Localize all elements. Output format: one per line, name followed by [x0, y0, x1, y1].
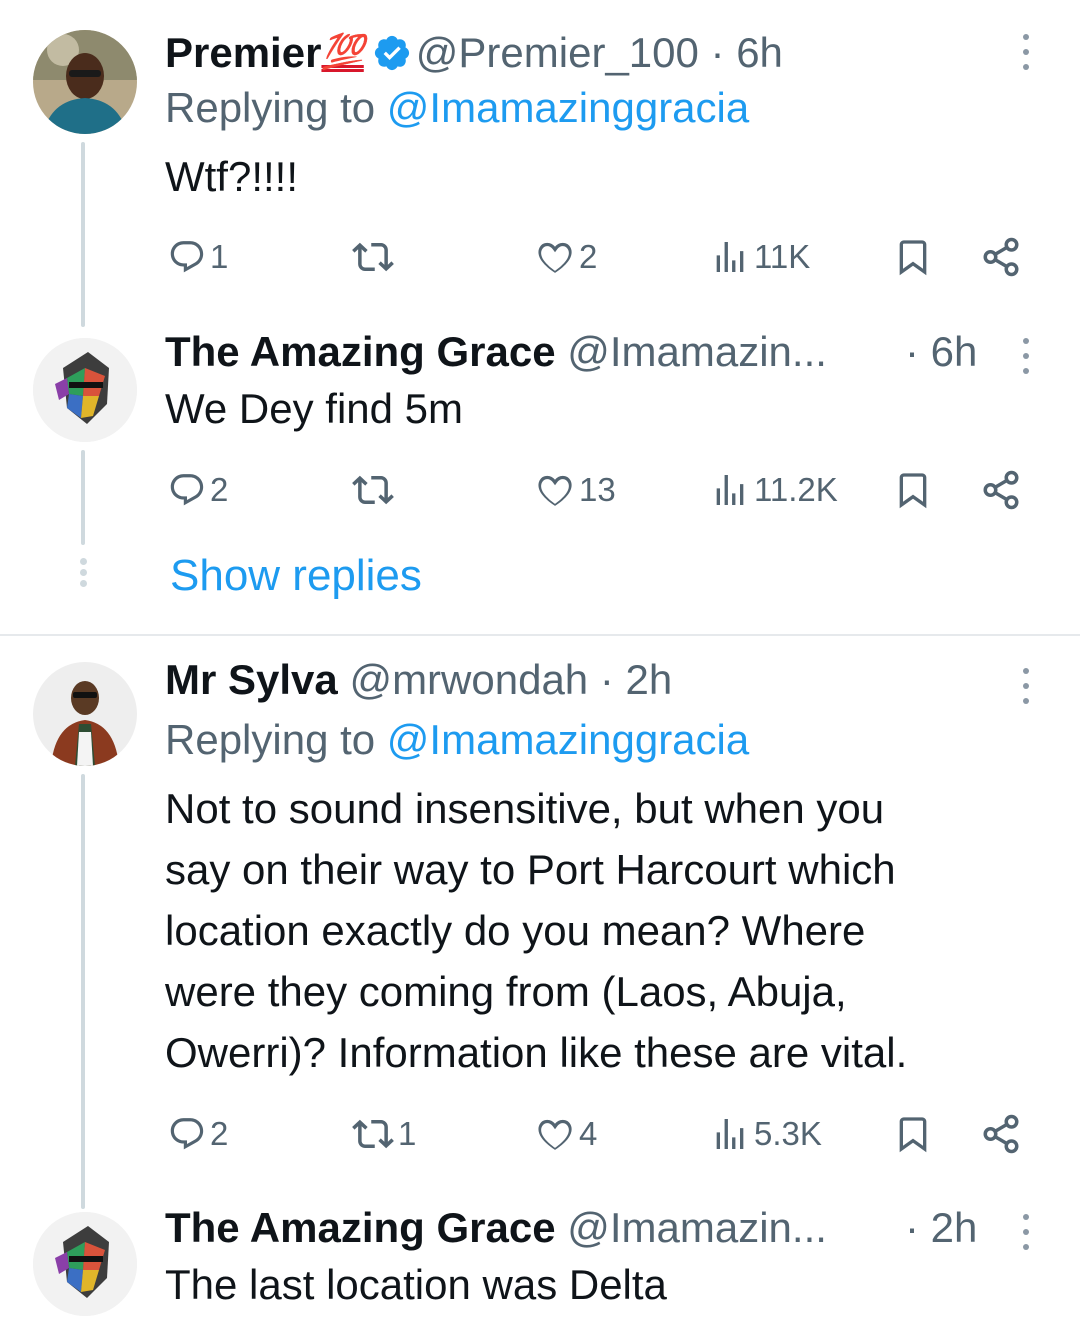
share-button[interactable] [980, 232, 1022, 282]
mention-link[interactable]: @Imamazinggracia [387, 84, 749, 131]
share-button[interactable] [980, 465, 1022, 515]
timestamp[interactable]: · 2h [905, 1198, 977, 1258]
more-icon[interactable] [1020, 1212, 1032, 1252]
tweet-text-line: were they coming from (Laos, Abuja, [165, 968, 847, 1015]
timestamp[interactable]: · 2h [600, 656, 672, 703]
like-count: 4 [579, 1115, 598, 1152]
retweet-button[interactable]: 1 [352, 1109, 416, 1159]
views-button[interactable]: 11.2K [710, 465, 838, 515]
reply-icon [170, 474, 204, 506]
replying-to: Replying to @Imamazinggracia [165, 712, 749, 768]
tweet-premier[interactable]: Premier💯 @Premier_100 · 6h Replying to @I… [0, 0, 1080, 327]
share-button[interactable] [980, 1109, 1022, 1159]
avatar-mr-sylva[interactable] [33, 662, 137, 766]
tweet-header: Premier💯 @Premier_100 · 6h [165, 22, 783, 82]
like-button[interactable]: 13 [535, 465, 616, 515]
retweet-icon [352, 1119, 394, 1149]
tweet-mr-sylva[interactable]: Mr Sylva @mrwondah · 2h Replying to @Ima… [0, 636, 1080, 1209]
tweet-amazing-grace-2[interactable]: The Amazing Grace @Imamazin... · 2h The … [0, 1196, 1080, 1330]
handle[interactable]: @Imamazin... [567, 1204, 827, 1251]
reply-button[interactable]: 1 [168, 232, 228, 282]
mention-link[interactable]: @Imamazinggracia [387, 716, 749, 763]
show-replies-link[interactable]: Show replies [170, 548, 422, 604]
timestamp[interactable]: · 6h [905, 322, 977, 382]
views-button[interactable]: 5.3K [710, 1109, 822, 1159]
tweet-text: The last location was Delta [165, 1261, 667, 1308]
replying-to: Replying to @Imamazinggracia [165, 80, 749, 136]
bookmark-icon [899, 240, 927, 276]
bookmark-button[interactable] [893, 1109, 933, 1159]
like-count: 13 [579, 471, 616, 508]
thread-gap-dots [79, 558, 87, 588]
like-button[interactable]: 2 [535, 232, 597, 282]
more-icon[interactable] [1020, 32, 1032, 72]
tweet-amazing-grace-1[interactable]: The Amazing Grace @Imamazin... · 6h We D… [0, 310, 1080, 635]
views-icon [716, 1119, 744, 1149]
bookmark-icon [899, 1117, 927, 1153]
tweet-text: Wtf?!!!! [165, 153, 299, 200]
reply-button[interactable]: 2 [168, 465, 228, 515]
like-button[interactable]: 4 [535, 1109, 597, 1159]
action-bar: 2 1 4 5.3K [0, 1109, 1080, 1159]
retweet-icon [352, 242, 394, 272]
view-count: 11.2K [754, 471, 838, 508]
avatar-amazing-grace[interactable] [33, 338, 137, 442]
reply-count: 2 [210, 471, 229, 508]
tweet-text: We Dey find 5m [165, 385, 463, 432]
share-icon [983, 470, 1019, 510]
bookmark-button[interactable] [893, 232, 933, 282]
display-name[interactable]: Premier [165, 29, 321, 76]
avatar-premier[interactable] [33, 30, 137, 134]
display-name[interactable]: Mr Sylva [165, 656, 338, 703]
more-icon[interactable] [1020, 666, 1032, 706]
replying-prefix: Replying to [165, 716, 387, 763]
bookmark-button[interactable] [893, 465, 933, 515]
tweet-text-line: location exactly do you mean? Where [165, 907, 866, 954]
reply-count: 1 [210, 238, 229, 275]
reply-icon [170, 1118, 204, 1150]
handle[interactable]: @Imamazin... [567, 328, 827, 375]
share-icon [983, 1114, 1019, 1154]
tweet-header: The Amazing Grace @Imamazin... [165, 322, 827, 382]
tweet-text-line: Owerri)? Information like these are vita… [165, 1029, 908, 1076]
action-bar: 2 13 11.2K [0, 465, 1080, 515]
views-button[interactable]: 11K [710, 232, 810, 282]
like-count: 2 [579, 238, 598, 275]
retweet-count: 1 [398, 1115, 417, 1152]
tweet-header: The Amazing Grace @Imamazin... [165, 1198, 827, 1258]
views-icon [716, 475, 744, 505]
bookmark-icon [899, 473, 927, 509]
tweet-text-line: say on their way to Port Harcourt which [165, 846, 896, 893]
like-icon [538, 242, 572, 273]
tweet-text: Not to sound insensitive, but when you s… [165, 778, 907, 1083]
like-icon [538, 475, 572, 506]
timestamp[interactable]: · 6h [711, 29, 783, 76]
display-name[interactable]: The Amazing Grace [165, 328, 556, 375]
views-icon [716, 242, 744, 272]
display-name[interactable]: The Amazing Grace [165, 1204, 556, 1251]
avatar-amazing-grace[interactable] [33, 1212, 137, 1316]
handle[interactable]: @Premier_100 [416, 29, 699, 76]
tweet-text-line: Not to sound insensitive, but when you [165, 785, 885, 832]
action-bar: 1 2 11K [0, 232, 1080, 282]
view-count: 5.3K [754, 1115, 822, 1152]
handle[interactable]: @mrwondah [349, 656, 588, 703]
retweet-icon [352, 475, 394, 505]
reply-button[interactable]: 2 [168, 1109, 228, 1159]
replying-prefix: Replying to [165, 84, 387, 131]
share-icon [983, 237, 1019, 277]
view-count: 11K [754, 238, 811, 275]
like-icon [538, 1119, 572, 1150]
hundred-emoji: 💯 [321, 33, 364, 71]
retweet-button[interactable] [352, 465, 398, 515]
verified-badge-icon[interactable] [372, 33, 412, 73]
reply-icon [170, 241, 204, 273]
tweet-header: Mr Sylva @mrwondah · 2h [165, 650, 672, 710]
retweet-button[interactable] [352, 232, 398, 282]
more-icon[interactable] [1020, 336, 1032, 376]
reply-count: 2 [210, 1115, 229, 1152]
